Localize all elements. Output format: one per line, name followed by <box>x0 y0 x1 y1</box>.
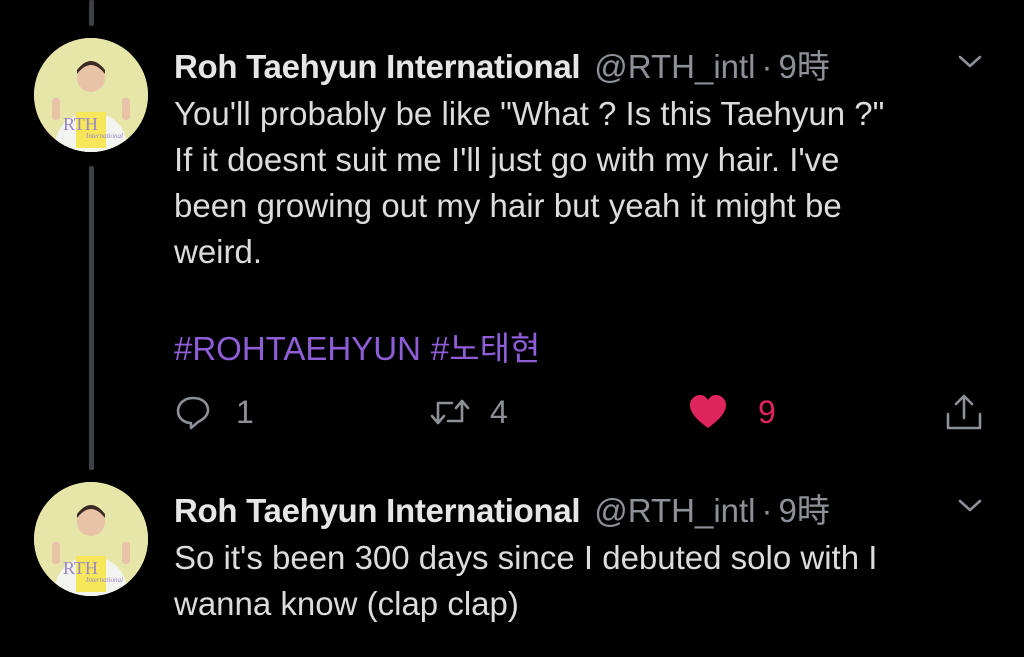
tweet-header: Roh Taehyun International @RTH_intl · 9時 <box>174 40 830 86</box>
tweet-actions: 1 4 9 <box>174 387 994 437</box>
timestamp[interactable]: 9時 <box>779 40 830 88</box>
retweet-count: 4 <box>490 393 508 430</box>
hashtag-link[interactable]: #ROHTAEHYUN <box>174 330 421 367</box>
heart-icon <box>690 395 726 428</box>
chevron-down-icon <box>958 55 982 68</box>
tweet-menu-button[interactable] <box>950 42 990 82</box>
like-count: 9 <box>758 393 776 430</box>
avatar-image: RTH International <box>34 482 148 596</box>
tweet-text: You'll probably be like "What ? Is this … <box>174 95 885 270</box>
avatar-subtext: International <box>85 576 123 584</box>
hashtag-link[interactable]: #노태현 <box>431 330 540 367</box>
retweet-icon <box>430 399 470 425</box>
tweet-menu-button[interactable] <box>950 486 990 526</box>
reply-icon <box>176 396 210 430</box>
reply-button[interactable]: 1 <box>174 387 254 437</box>
retweet-button[interactable]: 4 <box>428 387 508 437</box>
share-button[interactable] <box>944 387 984 437</box>
separator-dot: · <box>761 492 773 529</box>
tweet[interactable]: RTH International Roh Taehyun Internatio… <box>0 0 1024 470</box>
author-handle[interactable]: @RTH_intl <box>594 48 755 86</box>
avatar-text: RTH <box>63 114 98 134</box>
like-button[interactable]: 9 <box>688 387 776 437</box>
author-name[interactable]: Roh Taehyun International <box>174 48 581 86</box>
avatar-subtext: International <box>85 132 123 140</box>
avatar-text: RTH <box>63 558 98 578</box>
chevron-down-icon <box>958 499 982 512</box>
tweet-header: Roh Taehyun International @RTH_intl · 9時 <box>174 484 830 530</box>
avatar-image: RTH International <box>34 38 148 152</box>
hashtag-list: #ROHTAEHYUN #노태현 <box>174 322 540 370</box>
separator-dot: · <box>761 48 773 85</box>
tweet-text: So it's been 300 days since I debuted so… <box>174 539 878 622</box>
tweet[interactable]: RTH International Roh Taehyun Internatio… <box>0 470 1024 657</box>
author-name[interactable]: Roh Taehyun International <box>174 492 581 530</box>
author-handle[interactable]: @RTH_intl <box>594 492 755 530</box>
timestamp[interactable]: 9時 <box>779 484 830 532</box>
avatar[interactable]: RTH International <box>34 482 148 596</box>
reply-count: 1 <box>236 393 254 430</box>
avatar[interactable]: RTH International <box>34 38 148 152</box>
share-icon <box>946 394 982 430</box>
